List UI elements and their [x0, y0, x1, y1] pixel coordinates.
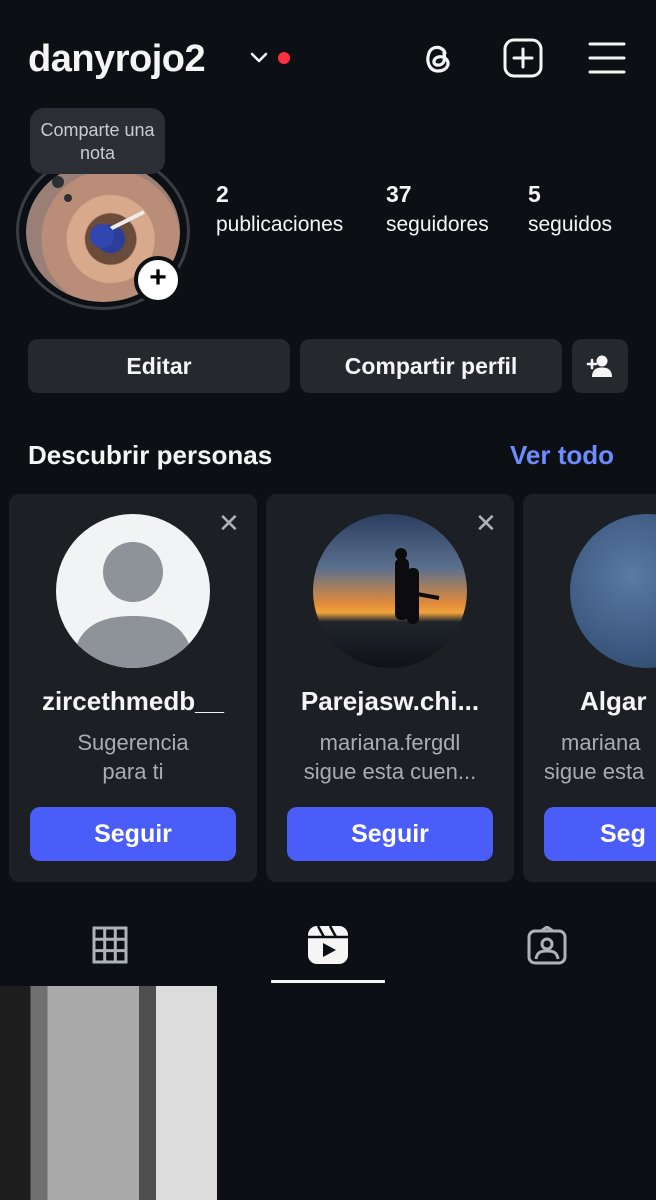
close-icon[interactable]: ✕ [218, 508, 240, 539]
reels-icon[interactable] [306, 924, 350, 966]
notification-dot [278, 52, 290, 64]
add-story-icon[interactable]: + [134, 256, 182, 304]
reel-thumbnail[interactable] [0, 986, 217, 1200]
see-all-link[interactable]: Ver todo [510, 440, 614, 471]
following-count[interactable]: 5 [528, 180, 541, 208]
suggestion-card[interactable]: ✕ zircethmedb__ Sugerencia para ti Segui… [9, 494, 257, 882]
discover-people-button[interactable] [572, 339, 628, 393]
suggestion-avatar[interactable] [56, 514, 210, 668]
edit-profile-button[interactable]: Editar [28, 339, 290, 393]
discover-people-title: Descubrir personas [28, 440, 273, 470]
suggestion-avatar[interactable] [570, 514, 656, 668]
menu-icon[interactable] [586, 37, 628, 79]
followers-count[interactable]: 37 [386, 180, 412, 208]
suggestion-name[interactable]: Algar [580, 686, 646, 717]
suggestion-reason: mariana [561, 730, 641, 755]
suggestion-reason-2: sigue esta cuen... [303, 759, 477, 784]
suggestion-avatar[interactable] [313, 514, 467, 668]
suggestion-name[interactable]: zircethmedb__ [9, 686, 257, 717]
suggestion-reason-2: para ti [102, 759, 164, 784]
followers-label[interactable]: seguidores [386, 212, 489, 238]
default-avatar-icon [73, 542, 193, 668]
suggestion-card[interactable]: ✕ Parejasw.chi... mariana.fergdl sigue e… [266, 494, 514, 882]
suggestion-reason-2: sigue esta [544, 759, 645, 784]
add-person-icon [586, 355, 612, 377]
follow-button[interactable]: Seg [544, 807, 656, 861]
suggestion-reason: Sugerencia [77, 730, 189, 755]
note-bubble[interactable]: Comparte una nota [30, 108, 165, 174]
threads-icon[interactable] [417, 37, 459, 79]
active-tab-indicator [271, 980, 385, 983]
suggestion-name[interactable]: Parejasw.chi... [266, 686, 514, 717]
suggestion-card[interactable]: Algar mariana sigue esta Seg [523, 494, 656, 882]
note-bubble-tail-small [64, 194, 72, 202]
follow-button[interactable]: Seguir [30, 807, 236, 861]
note-bubble-tail [52, 176, 64, 188]
following-label[interactable]: seguidos [528, 212, 612, 238]
follow-button[interactable]: Seguir [287, 807, 493, 861]
tagged-icon[interactable] [526, 926, 568, 966]
chevron-down-icon[interactable] [248, 46, 270, 68]
couple-silhouette [395, 548, 440, 624]
profile-username[interactable]: danyrojo2 [28, 36, 206, 82]
share-profile-button[interactable]: Compartir perfil [300, 339, 562, 393]
posts-count[interactable]: 2 [216, 180, 229, 208]
add-square-icon[interactable] [502, 37, 544, 79]
grid-icon[interactable] [92, 926, 128, 964]
close-icon[interactable]: ✕ [475, 508, 497, 539]
suggestion-reason: mariana.fergdl [319, 730, 461, 755]
posts-label[interactable]: publicaciones [216, 212, 343, 238]
